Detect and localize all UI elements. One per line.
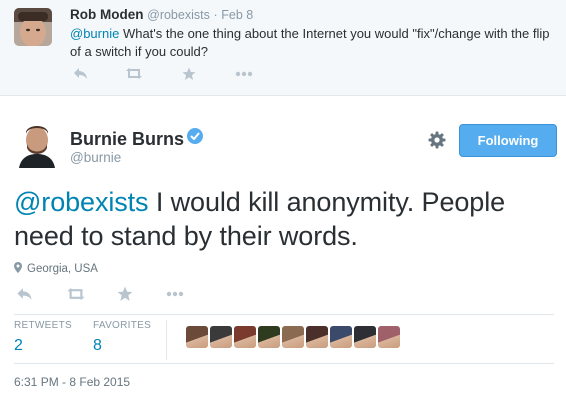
location[interactable]: Georgia, USA	[14, 262, 98, 276]
favoriter-avatar[interactable]	[330, 326, 352, 348]
retweet-icon[interactable]	[125, 67, 143, 80]
main-mention-link[interactable]: @robexists	[14, 187, 149, 217]
reply-avatar[interactable]	[14, 8, 52, 46]
favorite-icon[interactable]	[182, 67, 196, 81]
verified-icon	[187, 128, 204, 144]
reply-icon[interactable]	[73, 67, 88, 80]
favoriter-avatar[interactable]	[354, 326, 376, 348]
reply-header: Rob Moden @robexists · Feb 8	[70, 7, 253, 22]
reply-tweet: Rob Moden @robexists · Feb 8 @burnie Wha…	[0, 0, 566, 96]
favoriter-avatar[interactable]	[378, 326, 400, 348]
favoriter-avatar[interactable]	[282, 326, 304, 348]
favoriter-avatar[interactable]	[186, 326, 208, 348]
stats-separator	[166, 320, 167, 360]
following-button[interactable]: Following	[459, 124, 557, 157]
divider-bottom	[14, 363, 554, 364]
main-tweet-text: @robexists I would kill anonymity. Peopl…	[14, 185, 554, 253]
favorites-stat[interactable]: FAVORITES 8	[93, 320, 151, 355]
favoriter-avatar[interactable]	[258, 326, 280, 348]
reply-date-separator: ·	[213, 8, 218, 22]
reply-icon[interactable]	[16, 287, 33, 301]
tweet-timestamp[interactable]: 6:31 PM - 8 Feb 2015	[14, 375, 130, 389]
reply-text-body: What's the one thing about the Internet …	[70, 26, 550, 59]
favorites-count: 8	[93, 337, 102, 354]
reply-author-handle[interactable]: @robexists	[147, 8, 210, 22]
favorites-label: FAVORITES	[93, 320, 152, 331]
location-text: Georgia, USA	[27, 263, 98, 275]
gear-icon[interactable]	[428, 131, 446, 154]
main-author-name[interactable]: Burnie Burns	[70, 128, 204, 150]
more-icon[interactable]	[235, 71, 253, 77]
reply-author-name[interactable]: Rob Moden	[70, 7, 144, 22]
retweet-icon[interactable]	[66, 287, 86, 301]
favoriter-avatar[interactable]	[234, 326, 256, 348]
favoriter-avatars	[186, 326, 400, 348]
reply-text: @burnie What's the one thing about the I…	[70, 25, 550, 61]
location-pin-icon	[14, 262, 22, 276]
divider-top	[14, 314, 554, 315]
favoriter-avatar[interactable]	[210, 326, 232, 348]
favorite-icon[interactable]	[117, 286, 133, 302]
favoriter-avatar[interactable]	[306, 326, 328, 348]
retweets-label: RETWEETS	[14, 320, 72, 331]
main-author-name-text: Burnie Burns	[70, 129, 185, 149]
main-avatar[interactable]	[13, 120, 61, 168]
main-author-handle[interactable]: @burnie	[70, 150, 121, 165]
reply-date[interactable]: Feb 8	[221, 8, 253, 22]
more-icon[interactable]	[166, 291, 184, 297]
retweets-count: 2	[14, 337, 23, 354]
reply-mention-link[interactable]: @burnie	[70, 26, 119, 41]
retweets-stat[interactable]: RETWEETS 2	[14, 320, 72, 355]
